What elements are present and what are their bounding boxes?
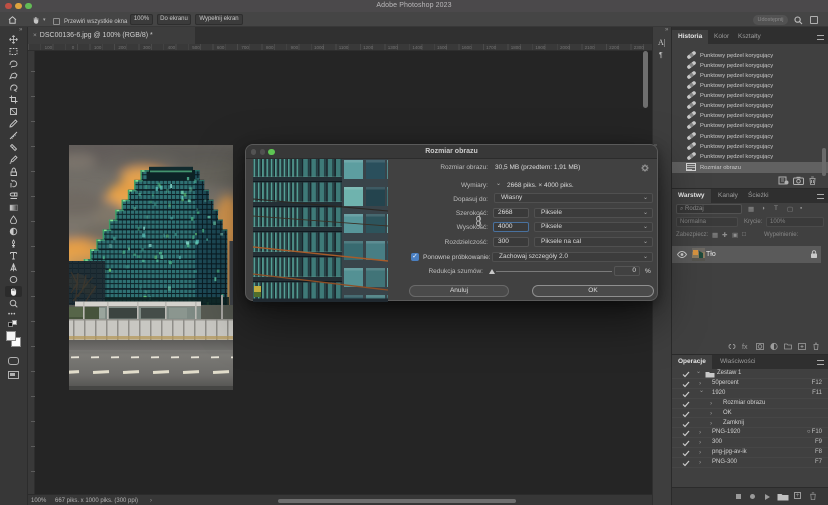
svg-text:fx: fx: [742, 344, 748, 351]
